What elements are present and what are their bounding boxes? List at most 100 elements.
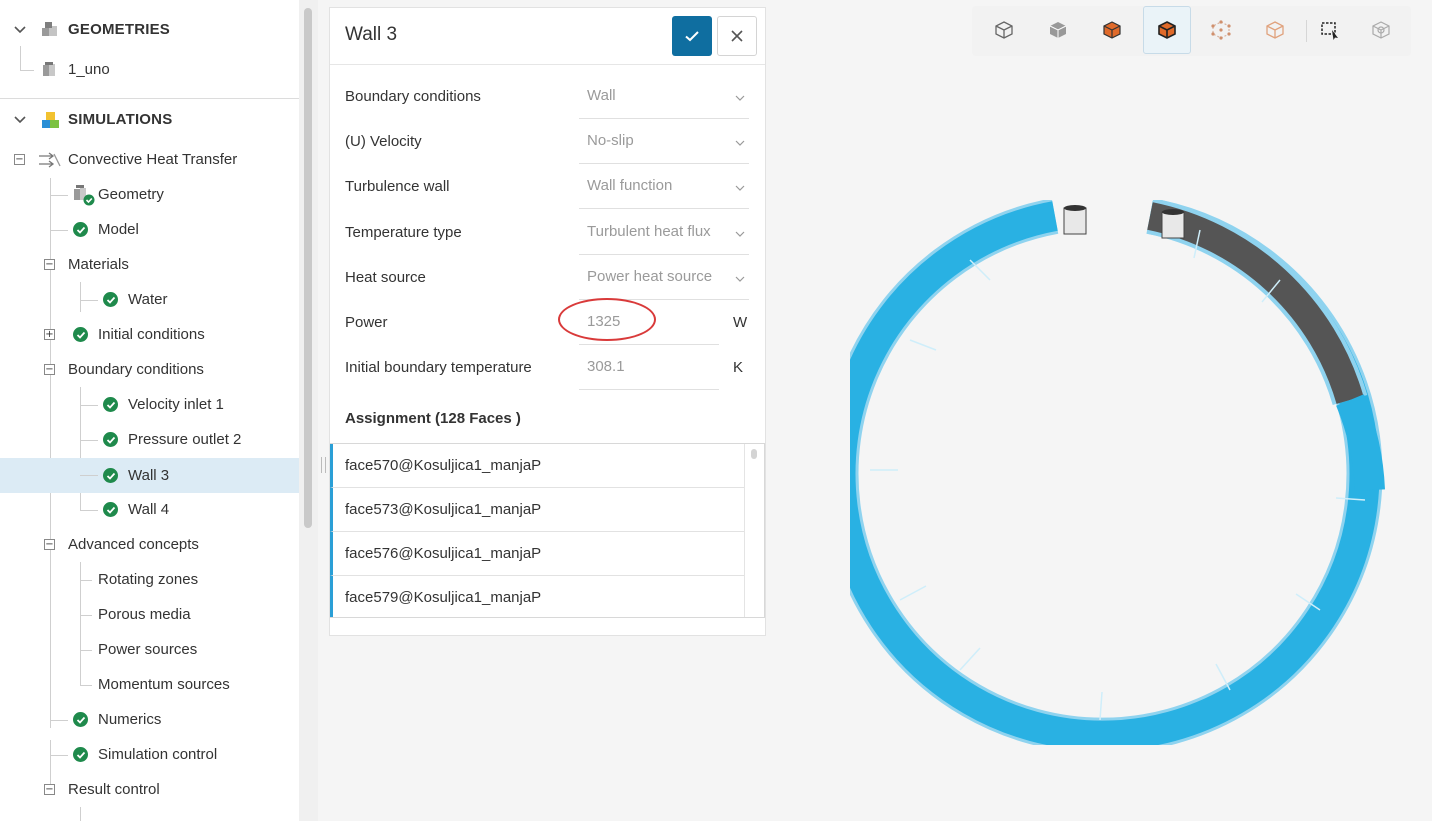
assignment-item[interactable]: face579@Kosuljica1_manjaP — [330, 576, 744, 617]
tree-item-pressure-outlet[interactable]: Pressure outlet 2 — [0, 422, 299, 457]
simulation-tree: GEOMETRIES 1_uno SIMULATIONS − Convectiv… — [0, 0, 299, 821]
tree-item-initial-conditions[interactable]: + Initial conditions — [0, 317, 299, 352]
tree-item-label: 1_uno — [68, 61, 110, 78]
collapse-toggle[interactable]: − — [44, 784, 55, 795]
check-icon — [103, 397, 118, 412]
check-icon — [73, 222, 88, 237]
view-points-button[interactable] — [1197, 6, 1245, 54]
tree-item-power-sources[interactable]: Power sources — [0, 632, 299, 667]
chevron-down-icon — [735, 231, 745, 237]
tree-item-label: Model — [98, 221, 139, 238]
simulations-icon — [42, 112, 59, 128]
field-power: Power 1325 W — [330, 300, 765, 345]
tree-item-water[interactable]: Water — [0, 282, 299, 317]
geometry-check-icon — [74, 185, 95, 206]
box-select-icon — [1321, 22, 1338, 40]
tree-item-label: Numerics — [98, 711, 162, 728]
tree-item-geometry[interactable]: Geometry — [0, 177, 299, 212]
tree-item-label: Result control — [68, 781, 160, 798]
mesh-settings-button[interactable] — [1357, 6, 1405, 54]
panel-header: Wall 3 — [330, 8, 765, 65]
assignment-item[interactable]: face573@Kosuljica1_manjaP — [330, 488, 744, 532]
panel-resize-handle[interactable] — [321, 457, 326, 473]
field-temperature-type: Temperature type Turbulent heat flux — [330, 210, 765, 255]
check-icon — [73, 327, 88, 342]
select-value: Wall — [587, 87, 616, 104]
geometry-cube-icon — [43, 62, 55, 76]
tree-item-porous-media[interactable]: Porous media — [0, 597, 299, 632]
expand-toggle[interactable]: + — [44, 329, 55, 340]
scrollbar-thumb[interactable] — [751, 449, 757, 459]
tree-item-wall-3[interactable]: Wall 3 — [0, 458, 299, 493]
tree-item-label: Velocity inlet 1 — [128, 396, 224, 413]
tree-item-numerics[interactable]: Numerics — [0, 702, 299, 737]
collapse-toggle[interactable]: − — [44, 539, 55, 550]
tree-item-result-control[interactable]: − Result control — [0, 772, 299, 807]
cube-orange-icon — [1103, 21, 1121, 39]
view-solid-button[interactable] — [1034, 6, 1082, 54]
velocity-select[interactable]: No-slip — [579, 125, 749, 164]
tree-item-label: Advanced concepts — [68, 536, 199, 553]
temperature-type-select[interactable]: Turbulent heat flux — [579, 216, 749, 255]
view-transparent-button[interactable] — [1251, 6, 1299, 54]
tree-item-1-uno[interactable]: 1_uno — [0, 52, 299, 87]
initial-temperature-input[interactable]: 308.1 — [579, 351, 719, 390]
field-label: (U) Velocity — [345, 133, 422, 150]
face-label: face576@Kosuljica1_manjaP — [345, 545, 542, 562]
close-button[interactable] — [717, 16, 757, 56]
check-icon — [103, 502, 118, 517]
close-icon — [731, 30, 743, 42]
tree-item-materials[interactable]: − Materials — [0, 247, 299, 282]
geometries-section[interactable]: GEOMETRIES — [0, 12, 299, 47]
field-label: Initial boundary temperature — [345, 359, 532, 376]
assignment-scrollbar[interactable] — [744, 444, 764, 617]
tree-item-rotating-zones[interactable]: Rotating zones — [0, 562, 299, 597]
confirm-button[interactable] — [672, 16, 712, 56]
tree-item-label: Rotating zones — [98, 571, 199, 588]
check-icon — [685, 31, 699, 42]
model-viewport[interactable] — [850, 200, 1390, 745]
box-select-button[interactable] — [1306, 6, 1354, 54]
chevron-down-icon — [735, 185, 745, 191]
tree-item-model[interactable]: Model — [0, 212, 299, 247]
tree-item-wall-4[interactable]: Wall 4 — [0, 492, 299, 527]
tree-item-label: Initial conditions — [98, 326, 205, 343]
view-toolbar — [972, 6, 1411, 56]
heat-source-select[interactable]: Power heat source — [579, 261, 749, 300]
face-label: face579@Kosuljica1_manjaP — [345, 589, 542, 606]
tree-item-simulation-control[interactable]: Simulation control — [0, 737, 299, 772]
view-wireframe-button[interactable] — [980, 6, 1028, 54]
view-surface-edges-button[interactable] — [1143, 6, 1191, 54]
tree-item-label: Water — [128, 291, 168, 308]
simulations-section[interactable]: SIMULATIONS — [0, 102, 299, 137]
collapse-toggle[interactable]: − — [44, 259, 55, 270]
tree-item-label: Convective Heat Transfer — [68, 151, 238, 168]
check-icon — [103, 292, 118, 307]
flow-arrows-icon — [39, 152, 61, 168]
chevron-down-icon[interactable] — [14, 24, 26, 36]
boundary-conditions-select[interactable]: Wall — [579, 80, 749, 119]
simulations-label: SIMULATIONS — [68, 111, 173, 128]
collapse-toggle[interactable]: − — [14, 154, 25, 165]
field-heat-source: Heat source Power heat source — [330, 255, 765, 300]
sidebar-scrollbar[interactable] — [304, 8, 312, 528]
view-solid-edges-button[interactable] — [1088, 6, 1136, 54]
tree-item-label: Pressure outlet 2 — [128, 431, 242, 448]
field-label: Temperature type — [345, 224, 462, 241]
tree-item-convective-heat-transfer[interactable]: − Convective Heat Transfer — [0, 142, 299, 177]
collapse-toggle[interactable]: − — [44, 364, 55, 375]
turbulence-wall-select[interactable]: Wall function — [579, 170, 749, 209]
chevron-down-icon — [735, 276, 745, 282]
tree-item-label: Porous media — [98, 606, 191, 623]
assignment-item[interactable]: face570@Kosuljica1_manjaP — [330, 444, 744, 488]
tree-item-velocity-inlet[interactable]: Velocity inlet 1 — [0, 387, 299, 422]
assignment-item[interactable]: face576@Kosuljica1_manjaP — [330, 532, 744, 576]
tree-item-boundary-conditions[interactable]: − Boundary conditions — [0, 352, 299, 387]
geometries-label: GEOMETRIES — [68, 21, 171, 38]
tree-item-advanced-concepts[interactable]: − Advanced concepts — [0, 527, 299, 562]
field-label: Turbulence wall — [345, 178, 450, 195]
chevron-down-icon[interactable] — [14, 114, 26, 126]
face-label: face573@Kosuljica1_manjaP — [345, 501, 542, 518]
tree-item-momentum-sources[interactable]: Momentum sources — [0, 667, 299, 702]
assignment-list[interactable]: face570@Kosuljica1_manjaP face573@Kosulj… — [330, 443, 765, 618]
